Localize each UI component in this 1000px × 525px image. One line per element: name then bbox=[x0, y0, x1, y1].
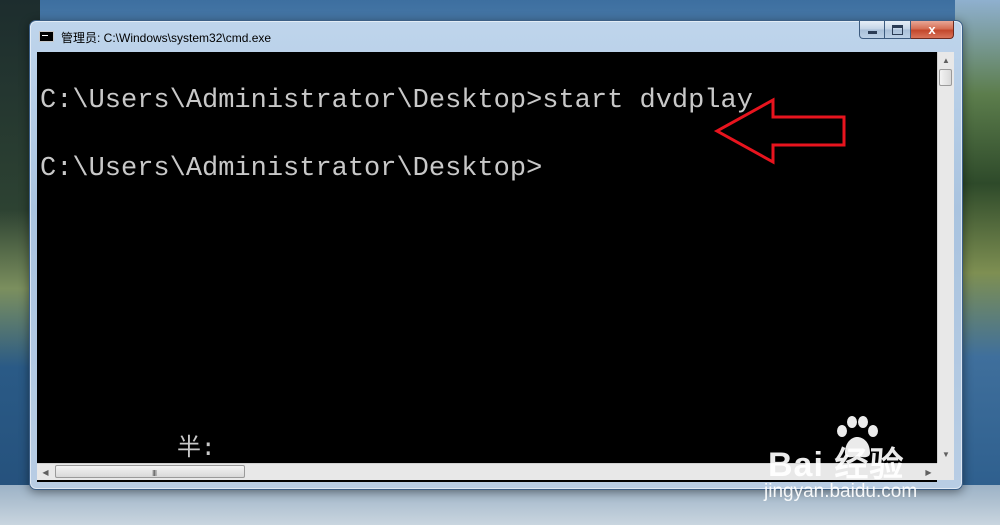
title-bar[interactable]: 管理员: C:\Windows\system32\cmd.exe x bbox=[30, 21, 962, 51]
console-line-command: C:\Users\Administrator\Desktop>start dvd… bbox=[40, 86, 753, 116]
close-button[interactable]: x bbox=[911, 21, 954, 39]
scroll-up-arrow-icon[interactable]: ▲ bbox=[938, 52, 954, 69]
watermark-brand: Bai 经验 bbox=[768, 446, 905, 484]
cmd-app-icon[interactable] bbox=[39, 31, 54, 42]
vertical-scrollbar[interactable]: ▲ ▼ bbox=[937, 52, 954, 463]
close-icon: x bbox=[928, 22, 936, 37]
window-controls: x bbox=[859, 21, 954, 41]
scroll-left-arrow-icon[interactable]: ◀ bbox=[37, 464, 54, 480]
minimize-icon bbox=[867, 31, 877, 34]
console-line-prompt: C:\Users\Administrator\Desktop> bbox=[40, 154, 543, 184]
maximize-button[interactable] bbox=[885, 21, 911, 39]
red-arrow-annotation-icon bbox=[713, 97, 846, 165]
minimize-button[interactable] bbox=[859, 21, 885, 39]
scroll-grip: III bbox=[152, 469, 157, 478]
baidu-watermark: Bai 经验 jingyan.baidu.com bbox=[760, 415, 985, 510]
watermark-url: jingyan.baidu.com bbox=[764, 481, 918, 502]
ime-status: 半: bbox=[177, 433, 216, 461]
horizontal-scroll-thumb[interactable]: III bbox=[55, 465, 245, 478]
vertical-scroll-thumb[interactable] bbox=[939, 69, 952, 86]
maximize-icon bbox=[892, 24, 903, 35]
window-title: 管理员: C:\Windows\system32\cmd.exe bbox=[61, 31, 272, 45]
